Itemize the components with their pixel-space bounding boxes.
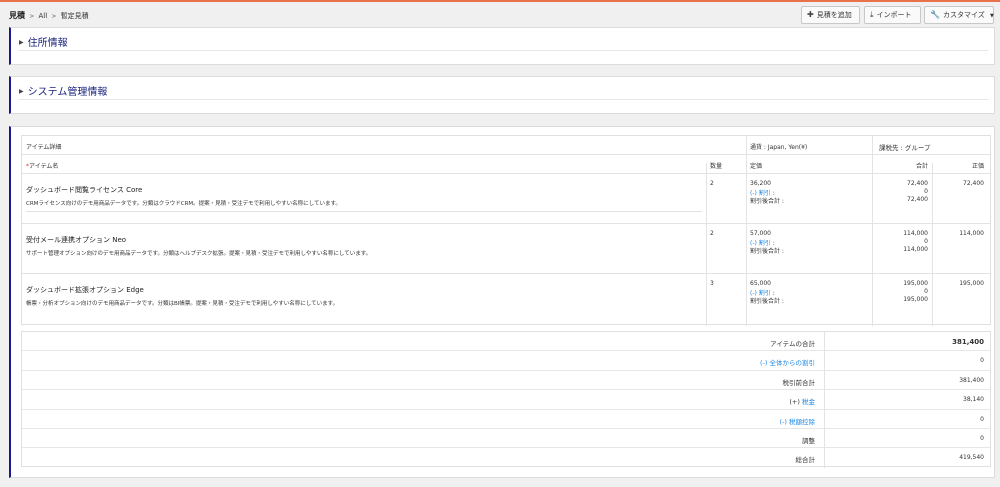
tax-link[interactable]: (+) 税金 — [789, 396, 815, 406]
item-qty: 2 — [710, 180, 714, 187]
divider — [26, 211, 702, 212]
item-after-discount-label: 割引後合計 : — [750, 198, 784, 205]
item-total: 114,000 — [903, 230, 928, 237]
divider — [19, 99, 988, 100]
chevron-right-icon: > — [51, 13, 57, 20]
collapse-triangle-icon: ▶ — [19, 88, 24, 95]
totals-row-tax: (+) 税金 38,140 — [22, 390, 990, 410]
adjustment-value: 0 — [980, 435, 984, 442]
item-after-discount-label: 割引後合計 : — [750, 298, 784, 305]
item-after-discount-label: 割引後合計 : — [750, 248, 784, 255]
column-header-name: *アイテム名 — [26, 163, 59, 170]
totals-row-pre-tax: 税引前合計 381,400 — [22, 371, 990, 391]
item-name[interactable]: ダッシュボード拡張オプション Edge — [26, 285, 144, 295]
system-section: ▶ システム管理情報 — [9, 76, 995, 114]
breadcrumb: 見積 > All > 暫定見積 — [9, 10, 89, 21]
download-icon: ⤓ — [870, 10, 874, 19]
item-description: サポート管理オプション向けのデモ用商品データです。分類はヘルプデスク拡張。提案・… — [26, 251, 372, 257]
column-header-net: 正価 — [971, 163, 984, 170]
page-header: 見積 > All > 暫定見積 ✚ 見積を追加 ⤓ インポート 🔧 カスタマイズ ▼ — [0, 2, 1000, 24]
customize-button[interactable]: 🔧 カスタマイズ ▼ — [924, 6, 994, 24]
items-section: アイテム詳細 通貨 : Japan, Yen(¥) 課税先 : グループ *アイ… — [9, 126, 995, 478]
divider — [19, 50, 988, 51]
currency-label: 通貨 : Japan, Yen(¥) — [750, 144, 808, 151]
breadcrumb-current: 暫定見積 — [60, 12, 89, 20]
divider — [22, 223, 990, 224]
address-section: ▶ 住所情報 — [9, 27, 995, 65]
item-total: 195,000 — [903, 280, 928, 287]
adjustment-label: 調整 — [802, 437, 815, 445]
address-section-toggle[interactable]: ▶ 住所情報 — [19, 34, 68, 49]
divider — [22, 154, 990, 155]
item-discount-value: 0 — [924, 288, 928, 295]
pre-tax-value: 381,400 — [959, 376, 984, 384]
tax-deduction-value: 0 — [980, 415, 984, 423]
item-after-discount-value: 114,000 — [903, 246, 928, 253]
totals-table: アイテムの合計 381,400 (-) 全体からの割引 0 税引前合計 381,… — [21, 331, 991, 468]
add-quote-button[interactable]: ✚ 見積を追加 — [801, 6, 860, 24]
totals-row-overall-discount: (-) 全体からの割引 0 — [22, 351, 990, 371]
item-name[interactable]: 受付メール連携オプション Neo — [26, 235, 126, 245]
grand-total-label: 総合計 — [795, 456, 816, 465]
item-discount-value: 0 — [924, 238, 928, 245]
item-list-price: 57,000 — [750, 230, 771, 237]
grand-total-value: 419,540 — [959, 454, 984, 462]
chevron-right-icon: > — [29, 13, 35, 20]
breadcrumb-all[interactable]: All — [39, 12, 48, 20]
caret-down-icon: ▼ — [990, 13, 994, 19]
overall-discount-link[interactable]: (-) 全体からの割引 — [760, 357, 815, 367]
divider — [22, 173, 990, 174]
item-list-price: 65,000 — [750, 280, 771, 287]
items-total-value: 381,400 — [952, 338, 984, 346]
item-qty: 3 — [710, 280, 714, 287]
item-net: 72,400 — [963, 180, 984, 187]
item-after-discount-value: 72,400 — [907, 196, 928, 203]
import-label: インポート — [876, 11, 912, 19]
tax-value: 38,140 — [963, 396, 984, 404]
item-qty: 2 — [710, 230, 714, 237]
divider — [706, 163, 707, 326]
item-description: 帳票・分析オプション向けのデモ用商品データです。分類はBI帳票。提案・見積・受注… — [26, 301, 339, 307]
wrench-icon: 🔧 — [930, 10, 940, 19]
item-net: 195,000 — [959, 280, 984, 287]
import-button[interactable]: ⤓ インポート — [864, 6, 921, 24]
item-list-price: 36,200 — [750, 180, 771, 187]
item-name[interactable]: ダッシュボード閲覧ライセンス Core — [26, 185, 142, 195]
pre-tax-label: 税引前合計 — [782, 378, 816, 387]
column-header-total: 合計 — [915, 163, 928, 170]
column-header-list-price: 定価 — [750, 163, 763, 170]
items-total-label: アイテムの合計 — [770, 340, 815, 348]
divider — [872, 136, 873, 326]
item-after-discount-value: 195,000 — [903, 296, 928, 303]
tax-deduction-link[interactable]: (-) 税額控除 — [780, 416, 816, 426]
customize-label: カスタマイズ — [942, 11, 985, 19]
overall-discount-value: 0 — [980, 357, 984, 365]
system-section-toggle[interactable]: ▶ システム管理情報 — [19, 83, 107, 98]
item-description: CRMライセンス向けのデモ用商品データです。分類はクラウドCRM。提案・見積・受… — [26, 201, 341, 207]
plus-icon: ✚ — [807, 10, 814, 19]
breadcrumb-module[interactable]: 見積 — [9, 11, 25, 20]
add-quote-label: 見積を追加 — [816, 11, 852, 19]
column-header-qty: 数量 — [710, 163, 723, 170]
item-net: 114,000 — [959, 230, 984, 237]
address-section-title: 住所情報 — [27, 38, 68, 49]
item-discount-value: 0 — [924, 188, 928, 195]
divider — [932, 163, 933, 326]
tax-mode-label: 課税先 : グループ — [879, 144, 931, 152]
divider — [746, 136, 747, 326]
system-section-title: システム管理情報 — [27, 87, 108, 98]
item-total: 72,400 — [907, 180, 928, 187]
line-items-table: アイテム詳細 通貨 : Japan, Yen(¥) 課税先 : グループ *アイ… — [21, 135, 991, 326]
divider — [22, 273, 990, 274]
totals-row-items-total: アイテムの合計 381,400 — [22, 332, 990, 352]
collapse-triangle-icon: ▶ — [19, 39, 24, 46]
totals-row-adjustment: 調整 0 — [22, 429, 990, 449]
totals-row-grand-total: 総合計 419,540 — [22, 448, 990, 467]
items-detail-title: アイテム詳細 — [26, 144, 62, 151]
totals-row-tax-deduction: (-) 税額控除 0 — [22, 410, 990, 429]
